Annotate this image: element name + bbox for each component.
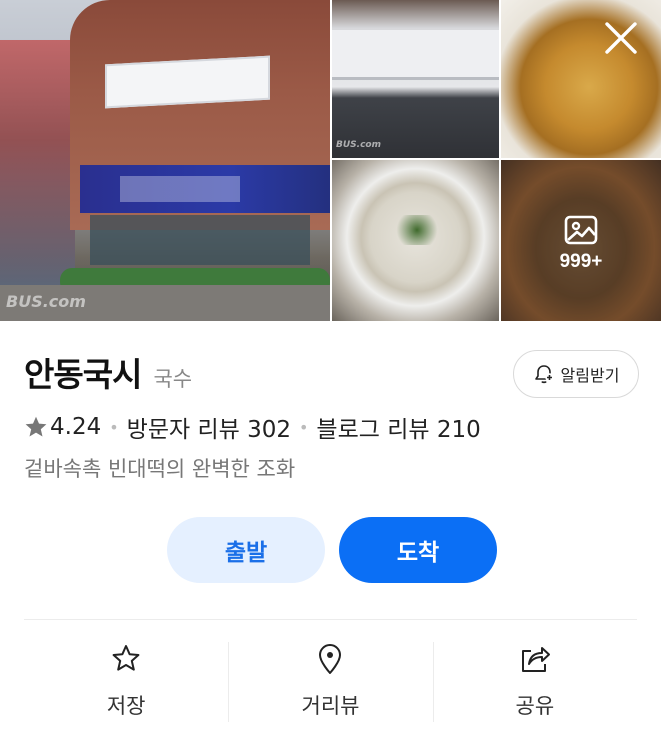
bell-plus-icon: [534, 365, 554, 384]
photo-detail: [90, 215, 310, 265]
photo-detail: [0, 40, 75, 290]
photo-watermark: BUS.com: [6, 292, 86, 311]
rating-value: 4.24: [50, 414, 102, 440]
more-photos-button[interactable]: 999+: [501, 160, 661, 321]
visitor-reviews-link[interactable]: 방문자 리뷰 302: [127, 410, 291, 444]
share-button[interactable]: 공유: [432, 640, 637, 724]
close-button[interactable]: [599, 16, 643, 60]
photo-sign[interactable]: BUS.com: [332, 0, 499, 158]
divider: [24, 619, 637, 620]
share-icon: [521, 647, 550, 672]
star-icon: [25, 416, 47, 437]
location-pin-icon: [319, 644, 342, 674]
photo-detail: [105, 55, 270, 109]
depart-button[interactable]: 출발: [167, 517, 325, 583]
photo-watermark: BUS.com: [336, 140, 381, 150]
close-icon: [605, 22, 637, 54]
photo-storefront[interactable]: BUS.com: [0, 0, 330, 321]
alarm-label: 알림받기: [560, 366, 620, 385]
star-outline-icon: [112, 645, 140, 671]
arrive-button[interactable]: 도착: [339, 517, 497, 583]
save-button[interactable]: 저장: [24, 640, 228, 724]
place-name: 안동국시: [24, 355, 142, 394]
action-bar: 저장 거리뷰 공유: [24, 640, 637, 724]
image-icon: [564, 215, 598, 244]
save-label: 저장: [106, 694, 146, 718]
photo-noodle-soup[interactable]: [332, 160, 499, 321]
roadview-button[interactable]: 거리뷰: [228, 640, 432, 724]
place-description: 겉바속촉 빈대떡의 완벽한 조화: [24, 457, 296, 481]
title-row: 안동국시 국수: [24, 348, 193, 394]
review-stats: 4.24 • 방문자 리뷰 302 • 블로그 리뷰 210: [24, 410, 481, 444]
photo-detail: [120, 176, 240, 202]
separator-dot: •: [298, 417, 309, 437]
separator-dot: •: [109, 417, 119, 437]
photo-gallery: BUS.com BUS.com 999+: [0, 0, 661, 321]
share-label: 공유: [515, 694, 555, 718]
roadview-label: 거리뷰: [301, 694, 360, 718]
blog-reviews-link[interactable]: 블로그 리뷰 210: [316, 410, 480, 444]
photo-count: 999+: [559, 250, 603, 272]
place-category: 국수: [153, 367, 193, 391]
photo-detail: [332, 30, 499, 80]
photo-detail: [392, 215, 442, 245]
alarm-button[interactable]: 알림받기: [513, 350, 639, 398]
